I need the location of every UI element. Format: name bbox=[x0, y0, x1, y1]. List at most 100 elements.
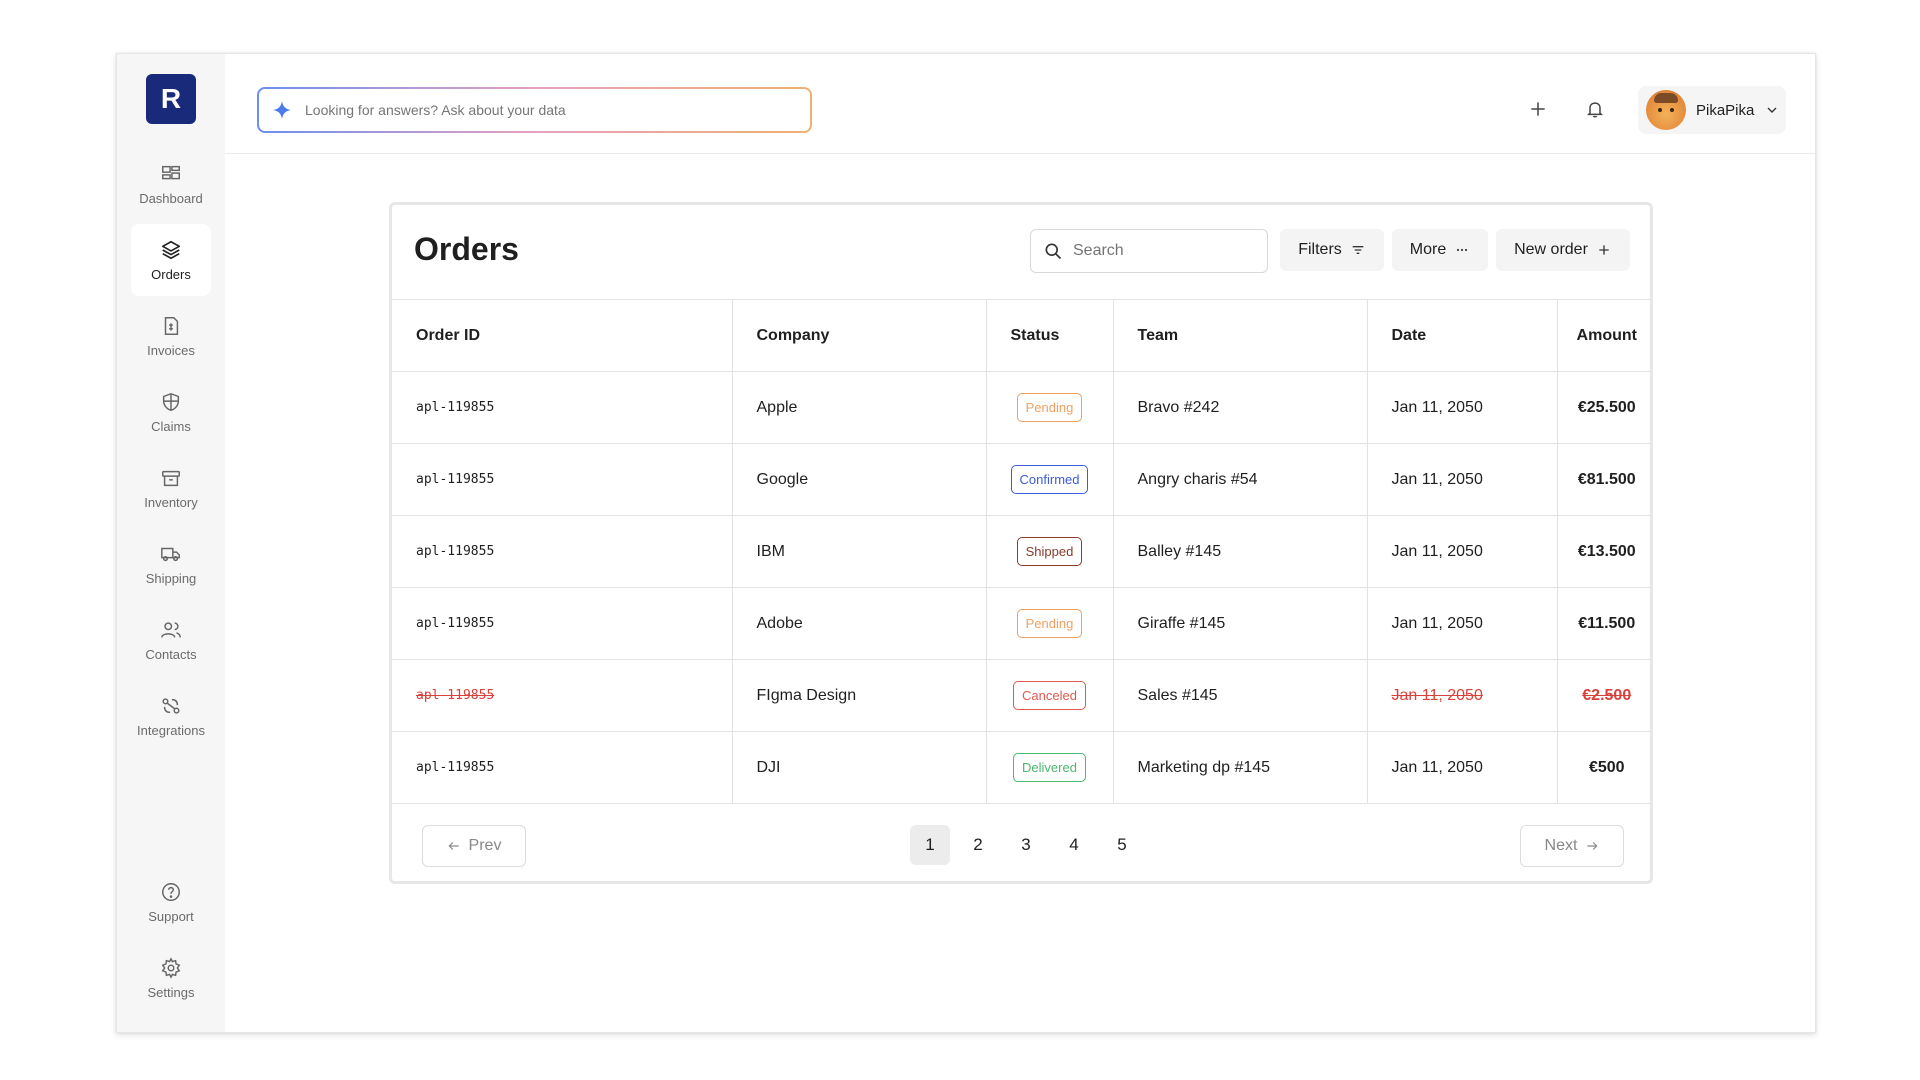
company-cell: FIgma Design bbox=[732, 659, 987, 732]
sparkle-icon bbox=[272, 100, 292, 120]
order-id-cell-text: apl-119855 bbox=[416, 544, 495, 559]
sidebar: R Dashboard Orders Invoices Claims Inven… bbox=[117, 54, 225, 1032]
sidebar-item-label: Shipping bbox=[145, 570, 197, 586]
company-cell: DJI bbox=[732, 731, 987, 804]
sidebar-item-settings[interactable]: Settings bbox=[131, 942, 211, 1014]
sidebar-item-label: Settings bbox=[147, 984, 195, 1000]
column-header-date[interactable]: Date bbox=[1367, 299, 1558, 372]
filters-button[interactable]: Filters bbox=[1280, 229, 1384, 271]
filter-icon bbox=[1352, 246, 1364, 254]
team-cell: Giraffe #145 bbox=[1113, 587, 1368, 660]
table-row[interactable]: apl-119855 Adobe Pending Giraffe #145 Jan 11… bbox=[392, 587, 1650, 660]
sidebar-item-shipping[interactable]: Shipping bbox=[131, 528, 211, 600]
sidebar-item-dashboard[interactable]: Dashboard bbox=[131, 148, 211, 220]
table-row[interactable]: apl-119855 Apple Pending Bravo #242 Jan 11, … bbox=[392, 371, 1650, 444]
invoice-icon bbox=[164, 316, 179, 335]
status-badge: Canceled bbox=[1013, 681, 1086, 710]
app-window: R Dashboard Orders Invoices Claims Inven… bbox=[116, 53, 1816, 1033]
status-cell: Canceled bbox=[986, 659, 1114, 732]
shield-icon bbox=[162, 392, 180, 411]
topbar: PikaPika bbox=[225, 54, 1815, 154]
status-badge: Pending bbox=[1016, 609, 1083, 638]
add-button[interactable] bbox=[1523, 94, 1553, 124]
table-row[interactable]: apl-119855 DJI Delivered Marketing dp #145 J… bbox=[392, 731, 1650, 804]
ask-ai-input[interactable] bbox=[305, 102, 785, 118]
gear-icon bbox=[161, 956, 181, 979]
order-id-cell: apl-119855 bbox=[392, 587, 733, 660]
amount-cell: €11.500 bbox=[1557, 587, 1650, 660]
sidebar-item-label: Invoices bbox=[147, 342, 195, 358]
prev-label: Prev bbox=[468, 837, 502, 854]
search-box[interactable] bbox=[1030, 229, 1268, 273]
table-row[interactable]: apl-119855 FIgma Design Canceled Sales #145… bbox=[392, 659, 1650, 732]
table-row[interactable]: apl-119855 Google Confirmed Angry charis #5… bbox=[392, 443, 1650, 516]
column-header-team[interactable]: Team bbox=[1113, 299, 1368, 372]
order-id-cell-text: apl-119855 bbox=[416, 472, 495, 487]
sidebar-item-integrations[interactable]: Integrations bbox=[131, 680, 211, 752]
company-cell: IBM bbox=[732, 515, 987, 588]
dashboard-icon bbox=[162, 165, 180, 179]
plus-icon bbox=[1599, 245, 1609, 255]
next-label: Next bbox=[1544, 837, 1578, 854]
team-cell-text: Sales #145 bbox=[1137, 686, 1218, 704]
chevron-down-icon bbox=[1767, 107, 1777, 113]
team-cell: Marketing dp #145 bbox=[1113, 731, 1368, 804]
amount-cell-text: €11.500 bbox=[1578, 614, 1636, 632]
page-button-4[interactable]: 4 bbox=[1054, 825, 1094, 865]
page-button-5[interactable]: 5 bbox=[1102, 825, 1142, 865]
column-header-status[interactable]: Status bbox=[986, 299, 1114, 372]
more-label: More bbox=[1409, 241, 1447, 258]
page-button-3[interactable]: 3 bbox=[1006, 825, 1046, 865]
amount-cell: €500 bbox=[1557, 731, 1650, 804]
team-cell: Balley #145 bbox=[1113, 515, 1368, 588]
date-cell-text: Jan 11, 2050 bbox=[1391, 542, 1483, 560]
ask-ai-bar[interactable] bbox=[257, 87, 812, 133]
page-button-1[interactable]: 1 bbox=[910, 825, 950, 865]
sidebar-item-invoices[interactable]: Invoices bbox=[131, 300, 211, 372]
date-cell: Jan 11, 2050 bbox=[1367, 731, 1558, 804]
page-button-2[interactable]: 2 bbox=[958, 825, 998, 865]
company-cell-text: IBM bbox=[756, 542, 785, 560]
status-cell: Pending bbox=[986, 371, 1114, 444]
filters-label: Filters bbox=[1298, 241, 1342, 258]
sidebar-item-label: Integrations bbox=[137, 722, 205, 738]
notifications-button[interactable] bbox=[1580, 94, 1610, 124]
logo-letter: R bbox=[160, 83, 182, 114]
new-order-button[interactable]: New order bbox=[1496, 229, 1630, 271]
team-cell-text: Bravo #242 bbox=[1137, 398, 1220, 416]
date-cell-text: Jan 11, 2050 bbox=[1391, 686, 1483, 704]
amount-cell: €81.500 bbox=[1557, 443, 1650, 516]
bell-icon bbox=[1586, 102, 1604, 118]
sidebar-item-support[interactable]: Support bbox=[131, 866, 211, 938]
amount-cell-text: €25.500 bbox=[1577, 398, 1636, 416]
sidebar-item-inventory[interactable]: Inventory bbox=[131, 452, 211, 524]
sidebar-item-claims[interactable]: Claims bbox=[131, 376, 211, 448]
more-button[interactable]: More bbox=[1392, 229, 1488, 271]
avatar bbox=[1646, 90, 1686, 130]
truck-icon bbox=[161, 547, 180, 561]
users-icon bbox=[161, 621, 181, 638]
status-badge: Pending bbox=[1016, 393, 1083, 422]
status-badge: Delivered bbox=[1013, 753, 1086, 782]
search-input[interactable] bbox=[1073, 242, 1253, 260]
sidebar-item-orders[interactable]: Orders bbox=[131, 224, 211, 296]
date-cell-text: Jan 11, 2050 bbox=[1391, 758, 1483, 776]
table-row[interactable]: apl-119855 IBM Shipped Balley #145 Jan 11, 2… bbox=[392, 515, 1650, 588]
column-header-company[interactable]: Company bbox=[732, 299, 987, 372]
order-id-cell-text: apl-119855 bbox=[416, 688, 495, 703]
user-menu[interactable]: PikaPika bbox=[1638, 86, 1786, 134]
team-cell: Sales #145 bbox=[1113, 659, 1368, 732]
prev-button[interactable]: Prev bbox=[422, 825, 526, 867]
column-header-order-id[interactable]: Order ID bbox=[392, 299, 733, 372]
app-logo[interactable]: R bbox=[146, 74, 196, 124]
date-cell: Jan 11, 2050 bbox=[1367, 587, 1558, 660]
page-title: Orders bbox=[414, 231, 519, 267]
date-cell-text: Jan 11, 2050 bbox=[1391, 614, 1483, 632]
user-name: PikaPika bbox=[1696, 101, 1755, 119]
layers-icon bbox=[161, 240, 181, 259]
column-header-amount[interactable]: Amount bbox=[1557, 299, 1650, 372]
next-button[interactable]: Next bbox=[1520, 825, 1624, 867]
amount-cell-text: €13.500 bbox=[1577, 542, 1636, 560]
plus-icon bbox=[1531, 102, 1545, 116]
sidebar-item-contacts[interactable]: Contacts bbox=[131, 604, 211, 676]
